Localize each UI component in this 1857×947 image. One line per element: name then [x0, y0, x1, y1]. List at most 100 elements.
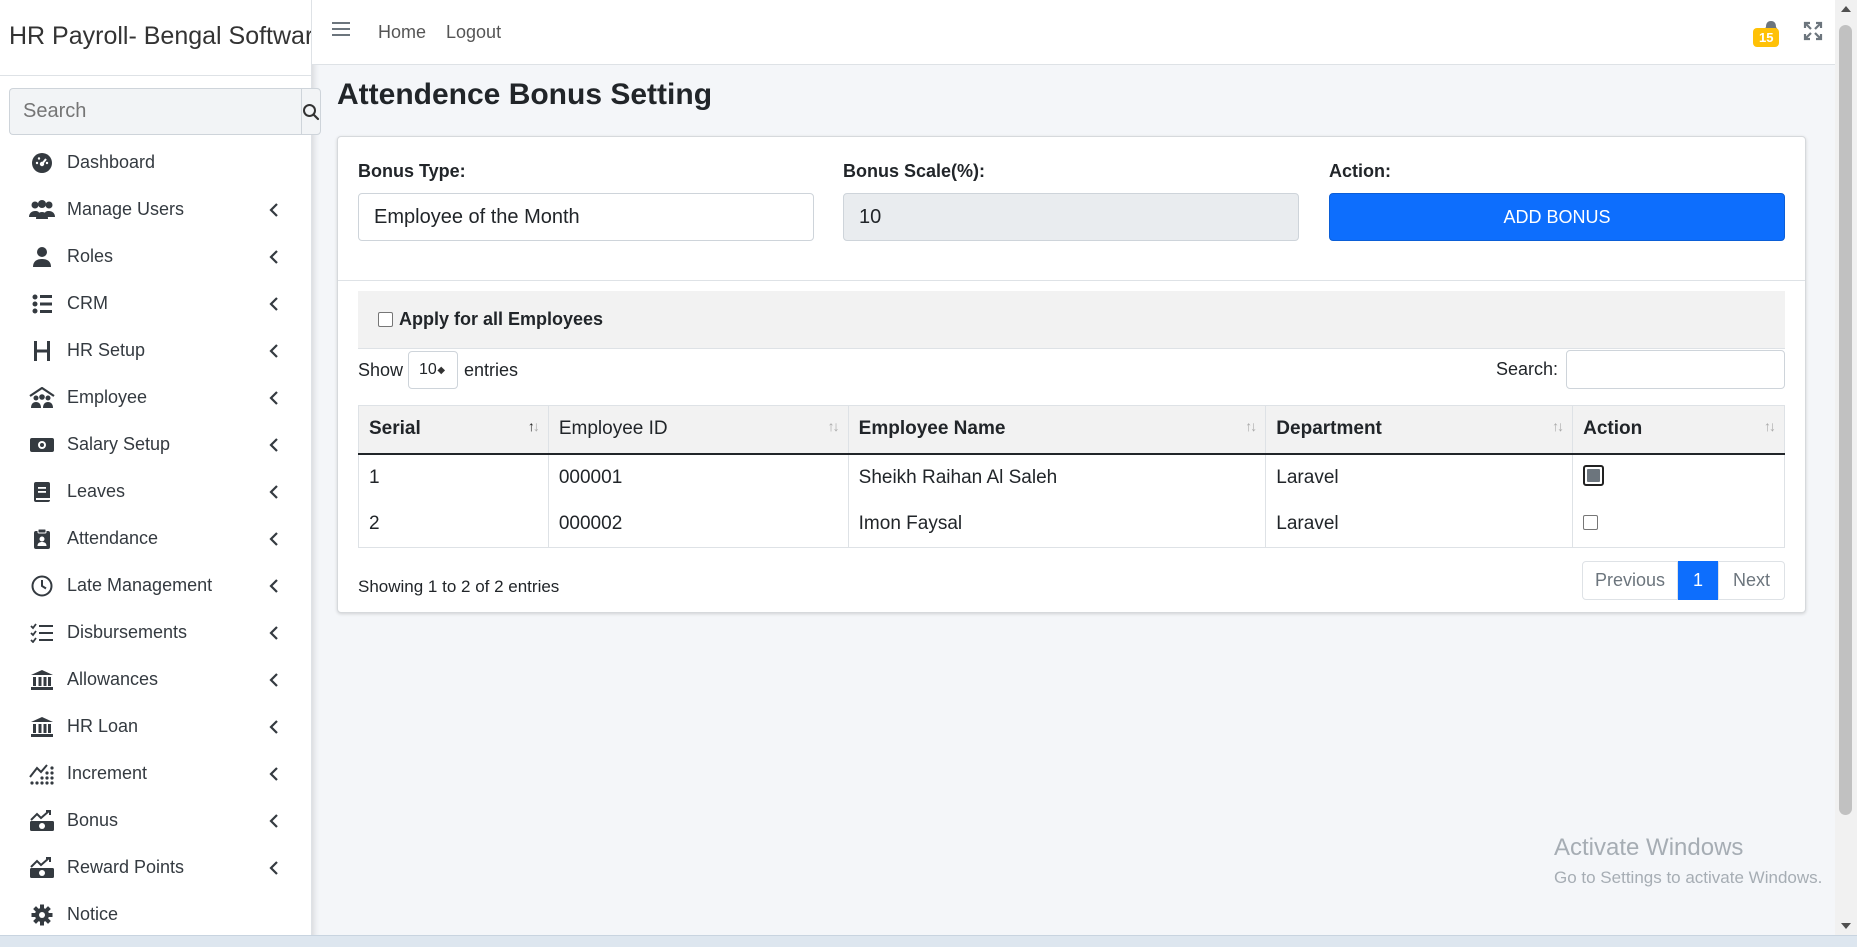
next-page-button[interactable]: Next [1718, 561, 1785, 600]
sort-icon: ↑↓ [1245, 418, 1257, 434]
sidebar-item-label: Leaves [67, 481, 126, 501]
sidebar-item-leaves[interactable]: Leaves [0, 468, 311, 515]
user-icon [28, 245, 56, 269]
sidebar-item-label: Roles [67, 246, 114, 266]
fullscreen-icon[interactable] [1803, 21, 1823, 41]
bonus-type-label: Bonus Type: [358, 161, 466, 181]
sidebar-item-salary-setup[interactable]: Salary Setup [0, 421, 311, 468]
sidebar-item-label: Notice [67, 904, 119, 924]
employee-icon [28, 386, 56, 410]
sidebar-item-dashboard[interactable]: Dashboard [0, 139, 311, 186]
users-icon [28, 198, 56, 222]
sort-icon: ↑↓ [827, 418, 840, 434]
page-1-button[interactable]: 1 [1678, 561, 1718, 600]
table-search-input[interactable] [1566, 350, 1785, 389]
select-arrows-icon: ◆ [437, 365, 446, 376]
column-header-department[interactable]: Department ↑↓ [1265, 405, 1574, 455]
cell-employee-id: 000001 [548, 453, 849, 501]
table-row: 1 000001 Sheikh Raihan Al Saleh Laravel [358, 453, 1785, 501]
bonus-setting-card: Bonus Type: Employee of the Month Bonus … [337, 136, 1806, 613]
bonus-scale-field[interactable]: 10 [843, 193, 1299, 241]
vertical-scrollbar[interactable] [1835, 0, 1857, 935]
sidebar-search-button[interactable] [301, 88, 321, 135]
logout-link[interactable]: Logout [446, 22, 501, 43]
column-header-action[interactable]: Action ↑↓ [1572, 405, 1785, 455]
cell-action [1573, 454, 1785, 501]
page-length-value: 10 [419, 361, 437, 378]
sidebar-item-disbursements[interactable]: Disbursements [0, 609, 311, 656]
row-select-checkbox[interactable] [1583, 464, 1605, 486]
chevron-left-icon [267, 766, 281, 781]
chevron-left-icon [267, 249, 281, 264]
h-icon [28, 339, 56, 363]
home-link[interactable]: Home [378, 22, 426, 43]
sidebar-item-roles[interactable]: Roles [0, 233, 311, 280]
sidebar-item-label: Late Management [67, 575, 213, 595]
sidebar-item-employee[interactable]: Employee [0, 374, 311, 421]
sidebar-item-label: Attendance [67, 528, 159, 548]
row-select-checkbox[interactable] [1583, 514, 1599, 530]
scrollbar-thumb[interactable] [1839, 25, 1852, 815]
column-header-serial[interactable]: Serial ↑↓ [358, 405, 549, 455]
topbar-right: 15 [1753, 20, 1823, 48]
sort-asc-icon: ↑↓ [527, 418, 540, 434]
watermark-subtitle: Go to Settings to activate Windows. [1554, 868, 1823, 887]
sidebar-item-label: HR Loan [67, 716, 139, 736]
scroll-up-arrow-icon[interactable] [1841, 6, 1851, 12]
sidebar-item-reward-points[interactable]: Reward Points [0, 844, 311, 891]
sidebar-item-label: Reward Points [67, 857, 185, 877]
page-title: Attendence Bonus Setting [337, 78, 713, 111]
sidebar-item-label: CRM [67, 293, 108, 313]
chevron-left-icon [267, 343, 281, 358]
sidebar-search-input[interactable] [9, 88, 301, 135]
column-header-employee-id[interactable]: Employee ID ↑↓ [548, 405, 849, 455]
chevron-left-icon [267, 484, 281, 499]
bonus-form: Bonus Type: Employee of the Month Bonus … [338, 137, 1805, 281]
add-bonus-button[interactable]: ADD BONUS [1329, 193, 1785, 241]
sidebar-item-attendance[interactable]: Attendance [0, 515, 311, 562]
cell-action [1572, 500, 1785, 548]
chevron-left-icon [267, 390, 281, 405]
scroll-down-arrow-icon[interactable] [1841, 923, 1851, 929]
sidebar-item-late-management[interactable]: Late Management [0, 562, 311, 609]
chevron-left-icon [267, 813, 281, 828]
sidebar-item-notice[interactable]: Notice [0, 891, 311, 938]
sidebar-item-hr-loan[interactable]: HR Loan [0, 703, 311, 750]
table-header-row: Serial ↑↓ Employee ID ↑↓ Employee Name ↑↓ D… [358, 405, 1785, 455]
chevron-left-icon [267, 202, 281, 217]
hamburger-menu-icon[interactable] [332, 20, 350, 38]
table-search-label: Search: [1495, 359, 1558, 379]
table-info: Showing 1 to 2 of 2 entries [358, 577, 560, 596]
sidebar-item-manage-users[interactable]: Manage Users [0, 186, 311, 233]
entries-label: entries [464, 359, 519, 380]
previous-page-button[interactable]: Previous [1582, 561, 1678, 600]
bonus-scale-label: Bonus Scale(%): [843, 161, 986, 181]
employees-table: Serial ↑↓ Employee ID ↑↓ Employee Name ↑↓ D… [358, 405, 1785, 548]
apply-all-bar: Apply for all Employees [358, 291, 1785, 349]
chevron-left-icon [267, 719, 281, 734]
table-row: 2 000002 Imon Faysal Laravel [358, 500, 1785, 548]
sidebar-item-bonus[interactable]: Bonus [0, 797, 311, 844]
chart-money-icon [28, 809, 56, 833]
money-icon [28, 433, 56, 457]
action-label: Action: [1329, 161, 1391, 181]
table-search: Search: [1496, 350, 1785, 389]
sidebar-item-increment[interactable]: Increment [0, 750, 311, 797]
app-brand[interactable]: HR Payroll- Bengal Software [0, 0, 311, 76]
sidebar-item-allowances[interactable]: Allowances [0, 656, 311, 703]
apply-all-checkbox[interactable] [378, 312, 393, 327]
apply-all-label[interactable]: Apply for all Employees [399, 309, 603, 330]
sidebar-item-crm[interactable]: CRM [0, 280, 311, 327]
sidebar-item-label: Employee [67, 387, 148, 407]
watermark-title: Activate Windows [1554, 834, 1744, 861]
sidebar-item-label: Dashboard [67, 152, 156, 172]
notifications-button[interactable]: 15 [1753, 20, 1785, 48]
cell-employee-name: Imon Faysal [848, 500, 1267, 548]
taskbar-edge [0, 935, 1857, 947]
column-header-employee-name[interactable]: Employee Name ↑↓ [848, 405, 1267, 455]
chevron-left-icon [267, 437, 281, 452]
page-length-select[interactable]: 10 ◆ [408, 351, 459, 389]
sidebar-item-hr-setup[interactable]: HR Setup [0, 327, 311, 374]
cell-department: Laravel [1265, 453, 1574, 501]
bonus-type-select[interactable]: Employee of the Month [358, 193, 814, 241]
